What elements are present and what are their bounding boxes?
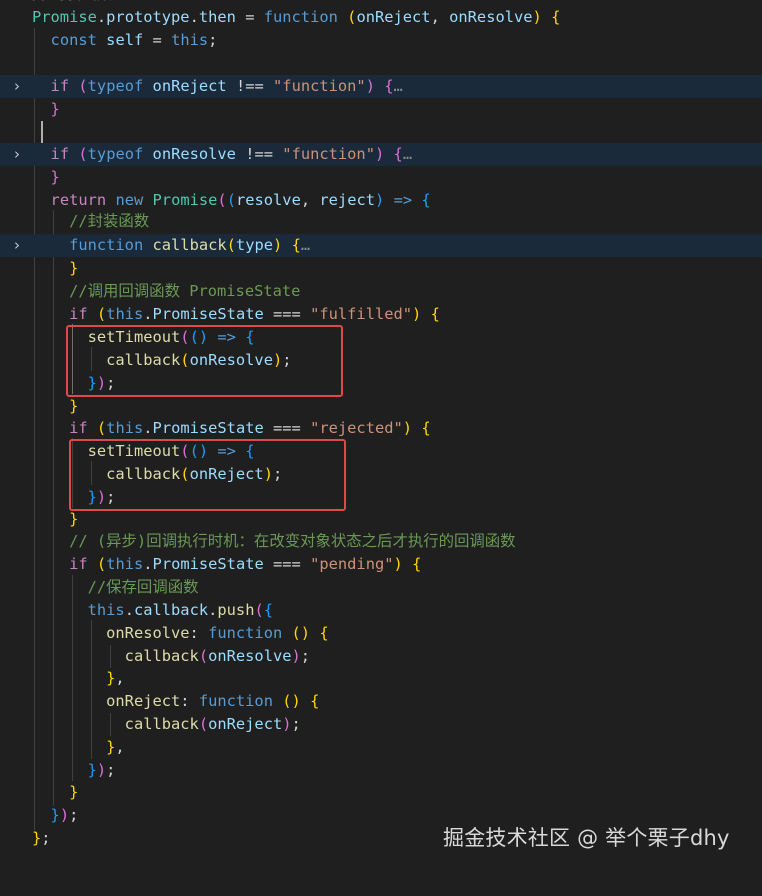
code-line: const self = this; [50, 31, 218, 49]
code-token: onReject [356, 8, 431, 26]
code-line: if (this.PromiseState === "pending") { [69, 555, 422, 573]
code-token: PromiseState [152, 419, 264, 437]
code-token: typeof [87, 77, 144, 95]
fold-expand-icon[interactable]: › [9, 143, 25, 166]
code-line: } [50, 100, 60, 118]
code-line: Promise.prototype.then = function (onRej… [32, 8, 561, 26]
code-token: const [50, 31, 97, 49]
code-token: onResolve [106, 624, 190, 642]
code-token: if [50, 145, 70, 163]
code-line: this.callback.push({ [87, 601, 274, 619]
code-token: if [50, 77, 70, 95]
code-token: typeof [87, 145, 144, 163]
code-token: //封装函数 [32, 0, 112, 3]
code-line: //保存回调函数 [0, 576, 762, 599]
code-token: this [171, 31, 209, 49]
code-token: return [50, 191, 107, 209]
code-token: callback [152, 236, 227, 254]
code-token: callback [124, 715, 199, 733]
code-token: new [115, 191, 144, 209]
code-comment: // (异步)回调执行时机：在改变对象状态之后才执行的回调函数 [69, 532, 516, 550]
code-token: onResolve [208, 647, 292, 665]
highlight-box-fulfilled [66, 325, 343, 397]
code-token: callback [124, 647, 199, 665]
code-token: "rejected" [310, 419, 403, 437]
folded-ellipsis[interactable]: … [403, 145, 412, 163]
code-token: PromiseState [152, 305, 264, 323]
highlight-box-rejected [69, 439, 346, 511]
code-token: resolve [235, 191, 301, 209]
code-editor[interactable]: //封装函数 Promise.prototype.then = function… [0, 0, 762, 873]
code-line-folded[interactable]: › if (typeof onResolve !== "function") {… [0, 143, 762, 166]
code-line: } [69, 783, 79, 801]
code-token: onReject [106, 692, 181, 710]
code-token: function [208, 624, 283, 642]
code-token: PromiseState [152, 555, 264, 573]
folded-ellipsis[interactable]: … [301, 236, 310, 254]
code-token: if [69, 305, 88, 323]
code-token: this [106, 419, 144, 437]
code-token: this [106, 555, 144, 573]
code-comment: //调用回调函数 PromiseState [69, 282, 301, 300]
code-token: if [69, 555, 88, 573]
code-token: then [198, 8, 236, 26]
code-line: } [50, 168, 60, 186]
code-line: if (this.PromiseState === "fulfilled") { [69, 305, 440, 323]
folded-ellipsis[interactable]: … [394, 77, 403, 95]
code-line: // (异步)回调执行时机：在改变对象状态之后才执行的回调函数 [0, 530, 762, 553]
code-token: "function" [273, 77, 366, 95]
code-line: onReject: function () { [106, 692, 320, 710]
text-cursor [41, 121, 43, 144]
code-token: "fulfilled" [310, 305, 413, 323]
code-token: push [217, 601, 255, 619]
code-token: type [235, 236, 273, 254]
code-line-folded[interactable]: › function callback(type) {… [0, 234, 762, 257]
code-line: } [69, 397, 79, 415]
code-line: //调用回调函数 PromiseState [0, 280, 762, 303]
code-token: "pending" [310, 555, 394, 573]
code-line: }, [106, 669, 125, 687]
code-comment: //保存回调函数 [87, 578, 199, 596]
code-token: callback [133, 601, 209, 619]
code-token: function [263, 8, 338, 26]
code-token: if [69, 419, 88, 437]
watermark-text: 掘金技术社区 @ 举个栗子dhy [443, 826, 730, 850]
code-line-folded[interactable]: › if (typeof onReject !== "function") {… [0, 75, 762, 98]
code-token: this [106, 305, 144, 323]
code-token: self [106, 31, 144, 49]
code-line: onResolve: function () { [106, 624, 329, 642]
code-token: prototype [106, 8, 190, 26]
code-line: } [69, 259, 79, 277]
code-token: function [198, 692, 273, 710]
code-line: callback(onReject); [124, 715, 301, 733]
code-line: }, [106, 738, 125, 756]
code-line: //封装函数 [0, 210, 762, 233]
code-token: this [87, 601, 125, 619]
code-line: callback(onResolve); [124, 647, 311, 665]
code-token: onReject [152, 77, 227, 95]
fold-expand-icon[interactable]: › [9, 234, 25, 257]
code-token: "function" [282, 145, 375, 163]
code-token: onResolve [449, 8, 533, 26]
code-line: if (this.PromiseState === "rejected") { [69, 419, 431, 437]
code-token: function [69, 236, 144, 254]
code-token: reject [319, 191, 375, 209]
code-token: onResolve [152, 145, 236, 163]
code-token: onReject [208, 715, 283, 733]
code-token: Promise [152, 191, 218, 209]
code-token: Promise [32, 8, 97, 26]
fold-expand-icon[interactable]: › [9, 75, 25, 98]
code-line: return new Promise((resolve, reject) => … [50, 191, 431, 209]
code-line: } [69, 510, 79, 528]
code-comment: //封装函数 [69, 212, 150, 230]
code-line: }); [87, 761, 116, 779]
